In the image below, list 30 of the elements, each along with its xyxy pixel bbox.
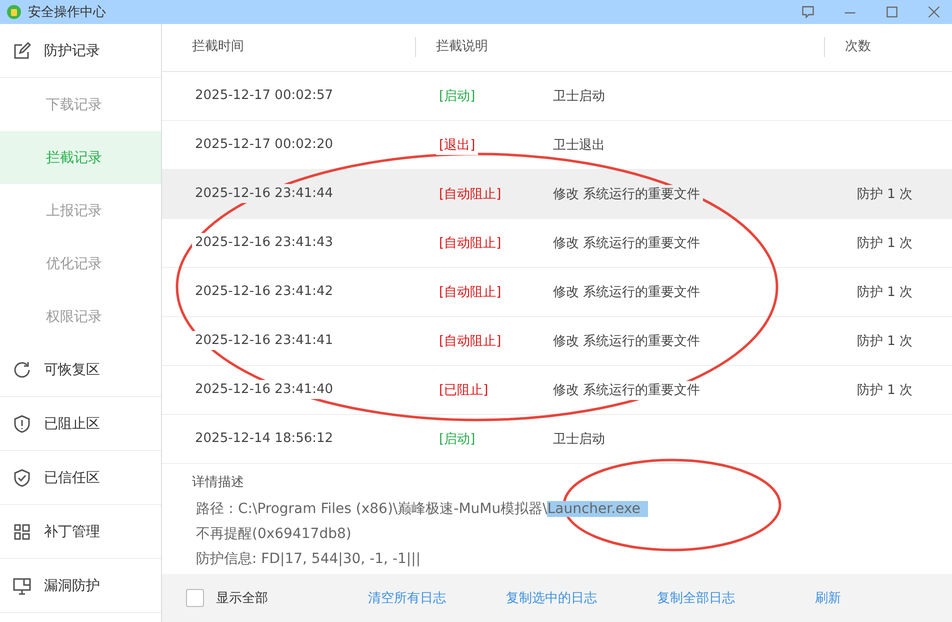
shield-alert-icon xyxy=(12,414,32,434)
maximize-icon[interactable] xyxy=(884,5,900,19)
sidebar-item[interactable]: 防护记录 xyxy=(0,24,161,78)
details-title: 详情描述 xyxy=(192,474,245,491)
sidebar-item[interactable]: 已信任区 xyxy=(0,451,161,505)
monitor-icon xyxy=(12,576,32,596)
detail-line: 防护信息: FD|17, 544|30, -1, -1||| xyxy=(195,550,422,569)
window-title: 安全操作中心 xyxy=(28,4,106,21)
column-header[interactable]: 拦截时间 xyxy=(162,37,416,58)
shield-check-icon xyxy=(12,468,32,488)
grid-icon xyxy=(12,522,32,542)
sidebar-item[interactable]: 补丁管理 xyxy=(0,505,161,559)
sidebar-item[interactable]: 可恢复区 xyxy=(0,343,161,397)
table-row[interactable]: 2025-12-16 23:41:44 [自动阻止] 修改 系统运行的重要文件 防护 1 次 xyxy=(162,170,952,219)
sidebar-item[interactable]: 已阻止区 xyxy=(0,397,161,451)
edit-icon xyxy=(12,40,32,60)
chat-icon[interactable] xyxy=(800,5,816,19)
description-cell: 修改 系统运行的重要文件 xyxy=(550,184,704,204)
detail-line: 不再提醒(0x69417db8) xyxy=(195,524,352,544)
checkbox[interactable] xyxy=(186,589,204,607)
checkbox-label[interactable]: 显示全部 xyxy=(216,589,268,607)
refresh-icon xyxy=(12,360,32,380)
sidebar-item[interactable]: 漏洞防护 xyxy=(0,559,161,613)
column-header[interactable]: 拦截说明 xyxy=(416,37,825,58)
app-logo-icon xyxy=(6,4,22,20)
status-tag: [退出] xyxy=(436,136,478,155)
selected-text: Launcher.exe xyxy=(547,500,648,517)
column-header[interactable]: 次数 xyxy=(825,37,871,58)
path-text: 路径：C:\Program Files (x86)\巅峰极速-MuMu模拟器\ xyxy=(196,500,548,517)
close-icon[interactable] xyxy=(926,5,942,19)
